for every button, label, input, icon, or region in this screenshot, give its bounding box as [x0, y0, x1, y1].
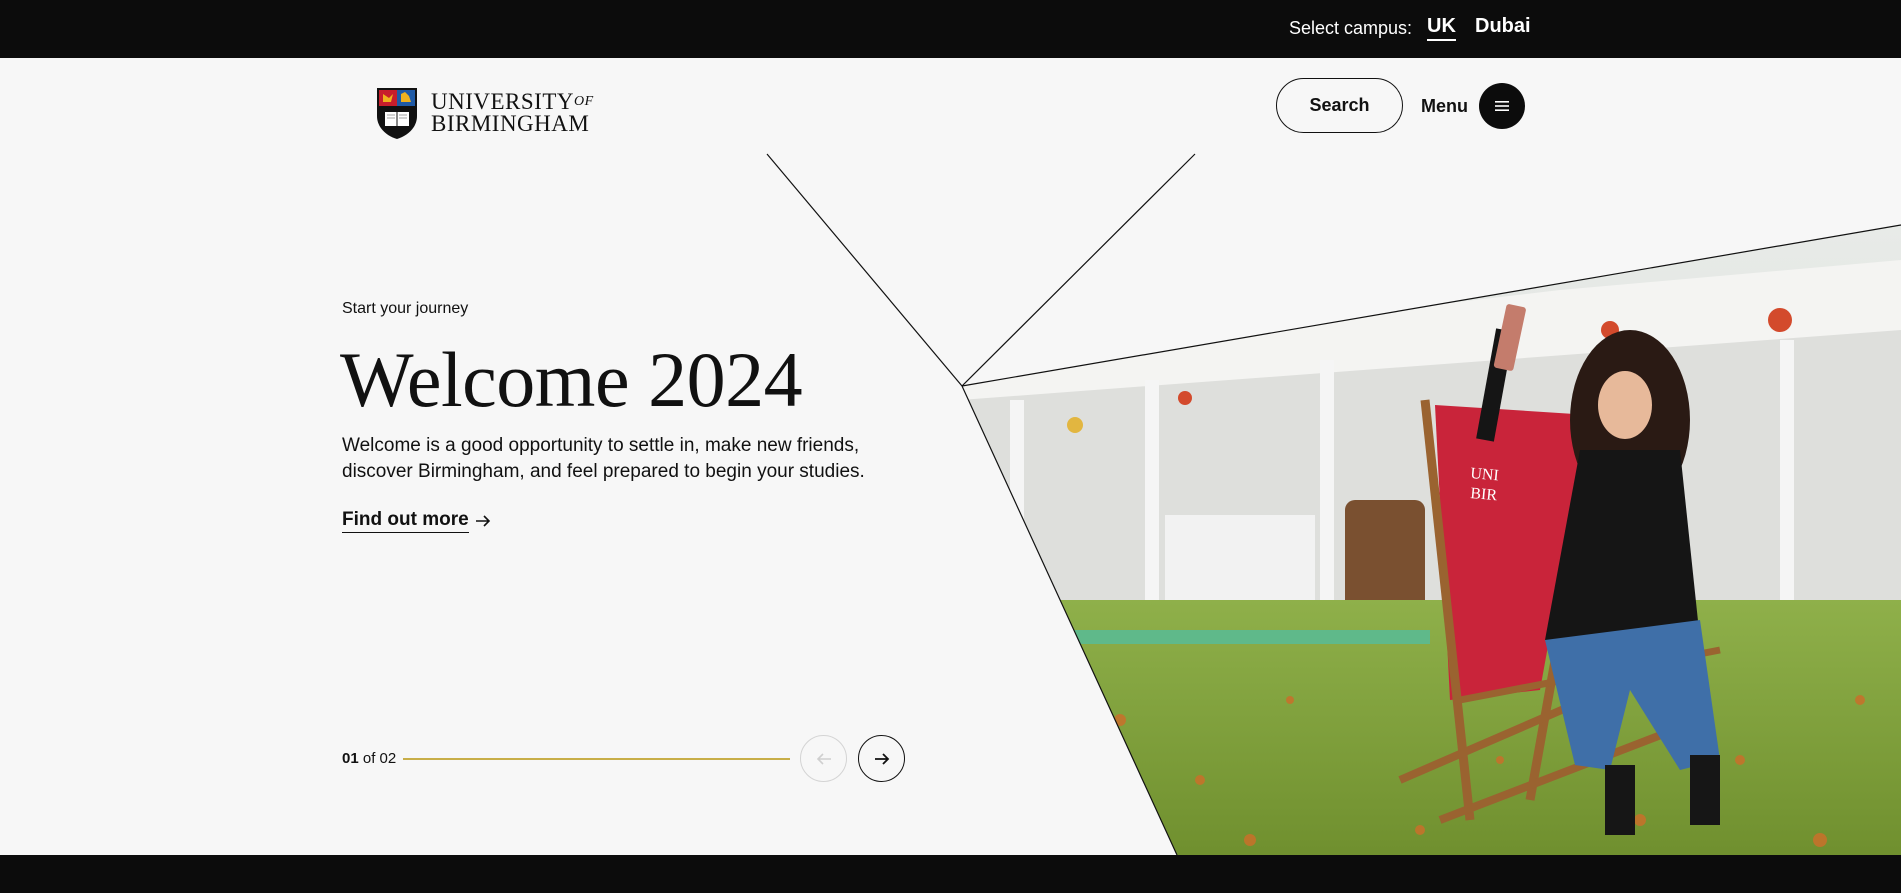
- arrow-left-icon: [816, 752, 831, 765]
- previous-slide-button[interactable]: [800, 735, 847, 782]
- slide-of: of: [362, 750, 376, 767]
- slide-current: 01: [342, 750, 359, 767]
- slide-total: 02: [379, 750, 397, 767]
- slide-progress-bar: [403, 758, 790, 760]
- svg-text:BIR: BIR: [1470, 485, 1498, 504]
- slide-counter: 01 of 02: [342, 750, 396, 767]
- hero-photo: UNI BIR: [962, 225, 1901, 855]
- hero-title: Welcome 2024: [340, 336, 803, 423]
- find-out-more-link[interactable]: Find out more: [342, 509, 491, 533]
- chair-print: UNI: [1470, 465, 1500, 484]
- slide-progress-fill: [403, 758, 790, 760]
- arrow-right-icon: [874, 752, 889, 765]
- find-out-more-label: Find out more: [342, 509, 469, 533]
- hero-image-panel: UNI BIR: [766, 153, 1901, 856]
- decor-line: [961, 153, 1196, 387]
- hero-kicker: Start your journey: [342, 300, 469, 317]
- next-slide-button[interactable]: [858, 735, 905, 782]
- footer-bar: [0, 855, 1901, 893]
- arrow-right-icon: [475, 515, 491, 527]
- hero-description: Welcome is a good opportunity to settle …: [342, 435, 865, 482]
